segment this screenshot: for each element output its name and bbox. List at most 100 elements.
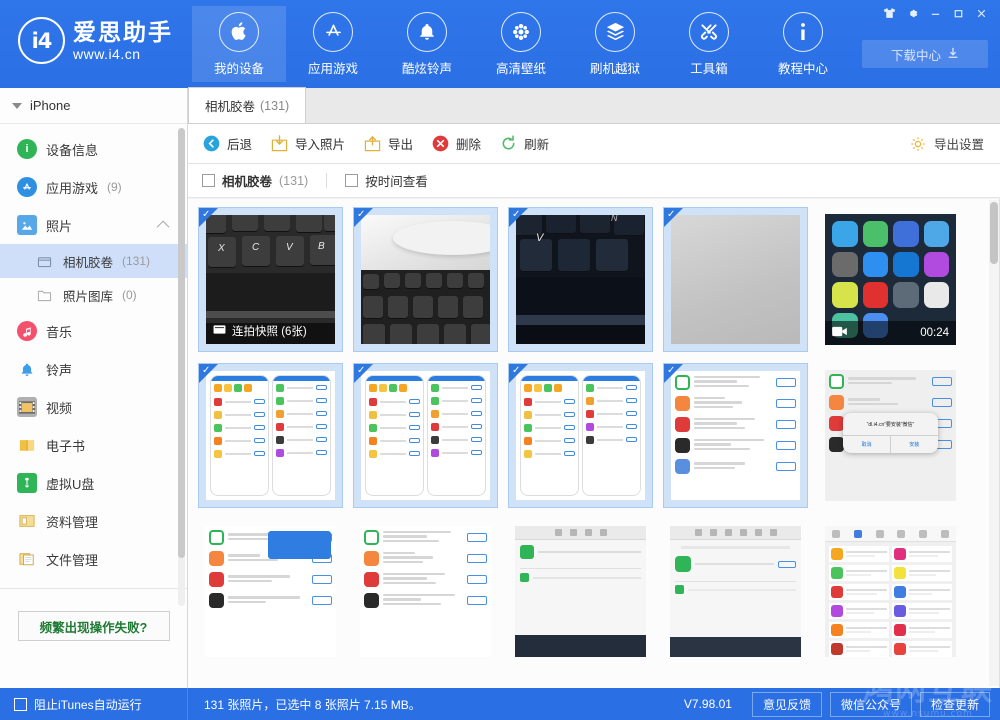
tab-camera-roll[interactable]: 相机胶卷 (131) [188, 87, 306, 123]
sidebar-item-file-management[interactable]: 文件管理 [0, 540, 187, 578]
block-itunes-checkbox[interactable]: 阻止iTunes自动运行 [0, 688, 188, 720]
select-all-checkbox[interactable]: 相机胶卷 (131) [202, 171, 308, 190]
sidebar-item-label: 虚拟U盘 [46, 474, 94, 493]
delete-button[interactable]: 删除 [431, 134, 481, 153]
nav-item-tutorials[interactable]: 教程中心 [756, 6, 850, 82]
view-by-time-checkbox[interactable]: 按时间查看 [345, 171, 428, 190]
toolbar-label: 后退 [227, 134, 252, 153]
nav-item-toolbox[interactable]: 工具箱 [662, 6, 756, 82]
close-icon[interactable] [971, 3, 992, 23]
sidebar-item-photo-library[interactable]: 照片图库 (0) [0, 278, 187, 312]
photo-thumbnail[interactable]: ✓ [663, 363, 808, 508]
photo-thumbnail[interactable]: ✓ [198, 363, 343, 508]
wechat-official-button[interactable]: 微信公众号 [830, 692, 912, 717]
back-button[interactable]: 后退 [202, 134, 252, 153]
checkbox-icon[interactable] [14, 698, 27, 711]
sidebar-item-label: 视频 [46, 398, 72, 417]
sidebar-item-label: 电子书 [46, 436, 85, 455]
sidebar-nav-list: i 设备信息 应用游戏 (9) 照片 [0, 124, 187, 641]
dialog-cancel[interactable]: 取消 [843, 436, 890, 453]
photo-thumbnail[interactable] [663, 519, 808, 664]
thumbnail-image [360, 526, 491, 657]
check-icon: ✓ [667, 210, 675, 220]
sidebar-item-virtual-usb[interactable]: 虚拟U盘 [0, 464, 187, 502]
video-duration: 00:24 [920, 327, 949, 339]
check-icon: ✓ [202, 366, 210, 376]
status-summary: 131 张照片，已选中 8 张照片 7.15 MB。 [188, 696, 684, 713]
sidebar-item-videos[interactable]: 视频 [0, 388, 187, 426]
photo-thumbnail[interactable] [818, 519, 963, 664]
photo-thumbnail[interactable]: X C V B 连拍快照 (6张) ✓ [198, 207, 343, 352]
nav-label: 高清壁纸 [496, 58, 546, 77]
photo-thumbnail[interactable]: ✓ [663, 207, 808, 352]
data-icon [17, 511, 37, 531]
select-all-label: 相机胶卷 [222, 171, 272, 190]
photo-thumbnail[interactable]: V N ✓ [508, 207, 653, 352]
nav-label: 我的设备 [214, 58, 264, 77]
sidebar-item-label: 照片 [46, 216, 72, 235]
feedback-button[interactable]: 意见反馈 [752, 692, 822, 717]
sidebar-item-count: (0) [122, 288, 137, 302]
sidebar-item-label: 设备信息 [46, 140, 98, 159]
photo-grid-scrollbar[interactable] [989, 200, 999, 686]
photo-thumbnail[interactable]: ✓ [508, 363, 653, 508]
tools-icon [689, 12, 729, 52]
checkbox-icon[interactable] [202, 174, 215, 187]
filter-divider [326, 173, 327, 188]
export-button[interactable]: 导出 [363, 134, 413, 153]
photo-thumbnail[interactable]: ✓ [353, 363, 498, 508]
block-itunes-label: 阻止iTunes自动运行 [34, 696, 142, 713]
gear-icon[interactable] [902, 3, 923, 23]
photo-grid: X C V B 连拍快照 (6张) ✓ [188, 199, 999, 675]
device-selector[interactable]: iPhone [0, 88, 187, 124]
thumbnail-image [516, 371, 645, 500]
gear-icon [909, 134, 928, 153]
sidebar-item-photos[interactable]: 照片 [0, 206, 187, 244]
sidebar-item-music[interactable]: 音乐 [0, 312, 187, 350]
view-by-time-label: 按时间查看 [365, 171, 428, 190]
sidebar-scrollbar[interactable] [178, 128, 185, 606]
photo-thumbnail[interactable]: ✓ [353, 207, 498, 352]
nav-item-flash-jailbreak[interactable]: 刷机越狱 [568, 6, 662, 82]
video-thumbnail[interactable]: 00:24 [818, 207, 963, 352]
photo-grid-scrollbar-thumb[interactable] [990, 202, 998, 264]
nav-item-wallpapers[interactable]: 高清壁纸 [474, 6, 568, 82]
thumbnail-image: 00:24 [825, 214, 956, 345]
photo-thumbnail[interactable] [353, 519, 498, 664]
nav-item-my-device[interactable]: 我的设备 [192, 6, 286, 82]
nav-label: 应用游戏 [308, 58, 358, 77]
checkbox-icon[interactable] [345, 174, 358, 187]
package-icon [595, 12, 635, 52]
photo-thumbnail[interactable] [198, 519, 343, 664]
toolbar-label: 刷新 [524, 134, 549, 153]
thumbnail-image [670, 526, 801, 657]
photo-thumbnail[interactable] [508, 519, 653, 664]
sidebar-scrollbar-thumb[interactable] [178, 128, 185, 558]
refresh-button[interactable]: 刷新 [499, 134, 549, 153]
import-photos-button[interactable]: 导入照片 [270, 134, 345, 153]
download-center-label: 下载中心 [891, 45, 941, 64]
check-update-button[interactable]: 检查更新 [920, 692, 990, 717]
sidebar-item-data-management[interactable]: 资料管理 [0, 502, 187, 540]
export-settings-button[interactable]: 导出设置 [909, 134, 984, 153]
photo-thumbnail[interactable]: “dl.i4.cn”要安装“微信” 取消安装 [818, 363, 963, 508]
nav-item-apps-games[interactable]: 应用游戏 [286, 6, 380, 82]
toolbar-label: 导入照片 [295, 134, 345, 153]
application-window: i4 爱思助手 www.i4.cn 我的设备 应用游戏 [0, 0, 1000, 720]
sidebar-item-ringtones[interactable]: 铃声 [0, 350, 187, 388]
video-badge: 00:24 [825, 321, 956, 345]
dialog-install[interactable]: 安装 [890, 436, 938, 453]
sidebar-item-apps-games[interactable]: 应用游戏 (9) [0, 168, 187, 206]
sidebar-item-camera-roll[interactable]: 相机胶卷 (131) [0, 244, 187, 278]
sidebar-item-ebooks[interactable]: 电子书 [0, 426, 187, 464]
minimize-icon[interactable] [925, 3, 946, 23]
export-settings-label: 导出设置 [934, 134, 984, 153]
photo-grid-scroll-area[interactable]: X C V B 连拍快照 (6张) ✓ [188, 199, 1000, 688]
download-center-button[interactable]: 下载中心 [862, 40, 988, 68]
tshirt-icon[interactable] [879, 3, 900, 23]
nav-item-ringtones[interactable]: 酷炫铃声 [380, 6, 474, 82]
top-header: i4 爱思助手 www.i4.cn 我的设备 应用游戏 [0, 0, 1000, 88]
maximize-icon[interactable] [948, 3, 969, 23]
sidebar-item-device-info[interactable]: i 设备信息 [0, 130, 187, 168]
troubleshoot-button[interactable]: 频繁出现操作失败? [18, 611, 170, 641]
